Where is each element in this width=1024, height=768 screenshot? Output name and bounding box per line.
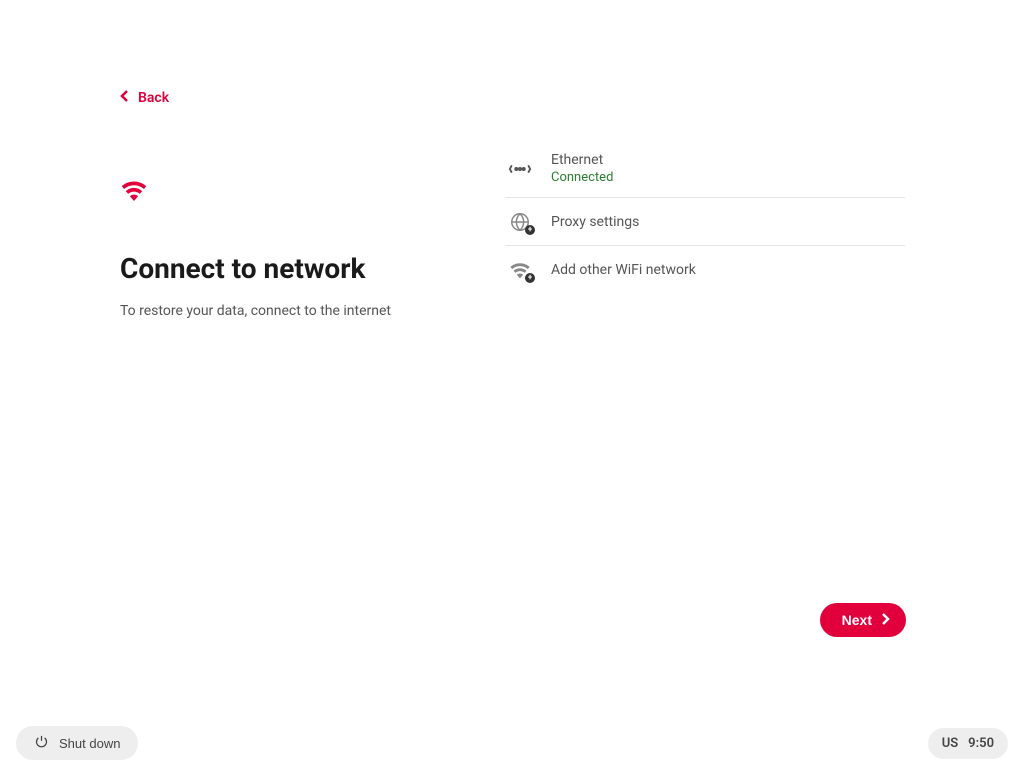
network-item-proxy[interactable]: + Proxy settings <box>505 198 905 246</box>
shutdown-button[interactable]: Shut down <box>16 726 138 760</box>
ethernet-label: Ethernet <box>551 152 613 168</box>
back-label: Back <box>138 90 169 106</box>
plus-badge-icon: + <box>525 273 535 283</box>
back-button[interactable]: Back <box>120 90 169 106</box>
network-list: Ethernet Connected + Proxy settings + <box>505 140 905 294</box>
plus-badge-icon: + <box>525 225 535 235</box>
chevron-right-icon <box>880 612 890 628</box>
ethernet-status: Connected <box>551 170 613 185</box>
left-panel: Connect to network To restore your data,… <box>120 180 480 319</box>
add-wifi-label: Add other WiFi network <box>551 262 696 278</box>
page-subtitle: To restore your data, connect to the int… <box>120 303 480 319</box>
keyboard-layout: US <box>942 736 958 751</box>
network-item-ethernet[interactable]: Ethernet Connected <box>505 140 905 198</box>
chevron-left-icon <box>120 90 130 106</box>
bottom-bar: Shut down US 9:50 <box>0 726 1024 760</box>
ethernet-icon <box>509 158 531 180</box>
wifi-icon <box>120 180 148 202</box>
next-button[interactable]: Next <box>820 603 906 637</box>
next-label: Next <box>842 612 872 628</box>
power-icon <box>34 734 49 752</box>
wifi-add-icon: + <box>509 259 531 281</box>
clock: 9:50 <box>968 736 994 751</box>
shutdown-label: Shut down <box>59 736 120 751</box>
globe-icon: + <box>509 211 531 233</box>
network-item-add-wifi[interactable]: + Add other WiFi network <box>505 246 905 294</box>
page-title: Connect to network <box>120 252 480 285</box>
status-indicator[interactable]: US 9:50 <box>928 728 1008 759</box>
proxy-label: Proxy settings <box>551 214 639 230</box>
